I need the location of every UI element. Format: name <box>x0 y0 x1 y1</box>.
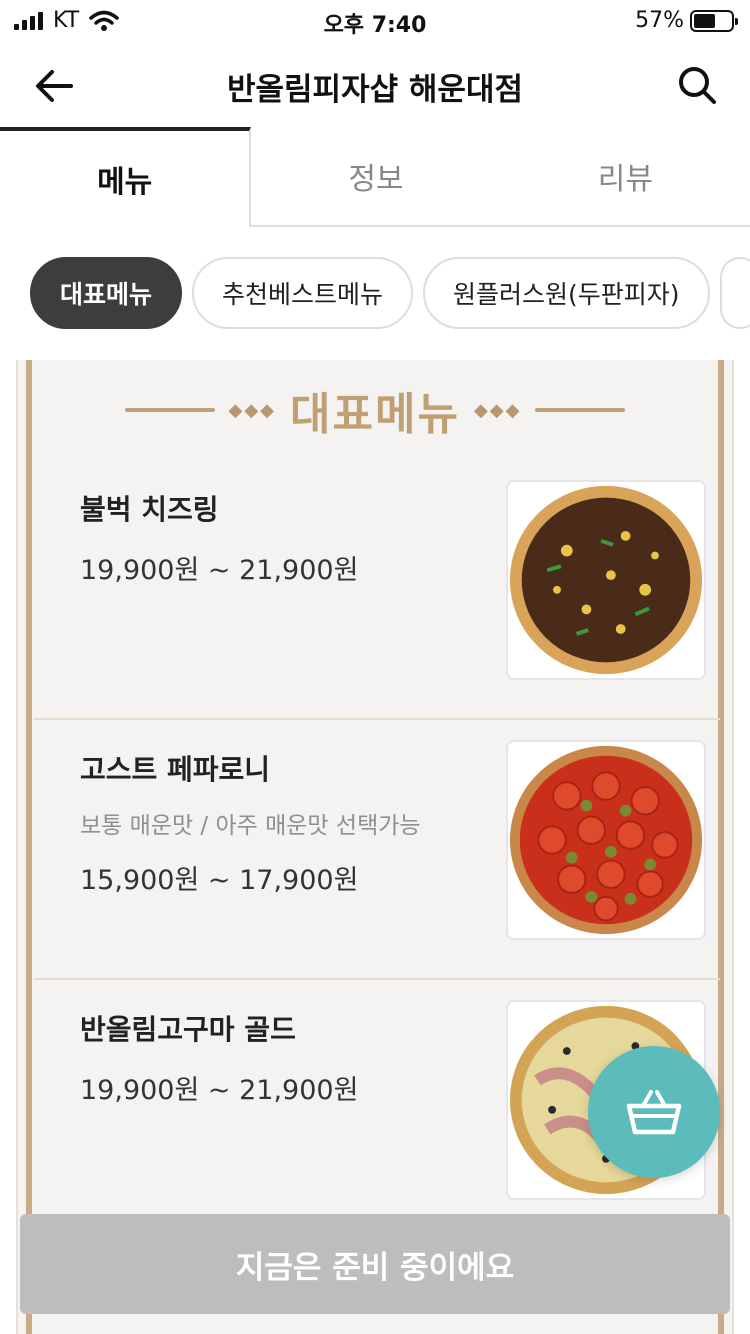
menu-item-price: 15,900원 ~ 17,900원 <box>80 865 359 896</box>
basket-icon <box>626 1090 682 1135</box>
menu-item-name: 고스트 페파로니 <box>80 753 271 786</box>
menu-item-price: 19,900원 ~ 21,900원 <box>80 555 359 586</box>
tab-bar: 메뉴 정보 리뷰 <box>0 127 750 227</box>
section-title: 대표메뉴 <box>290 389 460 440</box>
chip-best-menu[interactable]: 추천베스트메뉴 <box>192 257 414 329</box>
tab-info[interactable]: 정보 <box>251 127 501 227</box>
menu-item-price: 19,900원 ~ 21,900원 <box>80 1075 359 1106</box>
menu-item-description: 보통 매운맛 / 아주 매운맛 선택가능 <box>80 813 421 839</box>
menu-item-name: 불벅 치즈링 <box>80 493 219 526</box>
order-button[interactable]: 지금은 준비 중이에요 <box>20 1214 730 1314</box>
decorative-border <box>26 360 32 1334</box>
tab-menu[interactable]: 메뉴 <box>0 127 252 227</box>
menu-item-image <box>506 740 706 940</box>
category-chips: 대표메뉴 추천베스트메뉴 원플러스원(두판피자) <box>30 257 750 329</box>
battery-icon <box>690 9 738 32</box>
ornament-line <box>535 408 626 412</box>
search-button[interactable] <box>672 60 722 110</box>
menu-item[interactable]: 불벅 치즈링 19,900원 ~ 21,900원 <box>34 460 720 720</box>
chip-signature-menu[interactable]: 대표메뉴 <box>30 257 183 329</box>
ornament-diamonds: ◆◆◆ <box>473 399 522 421</box>
pizza-bulgogi-image <box>509 485 703 675</box>
menu-item-name: 반올림고구마 골드 <box>80 1013 296 1046</box>
status-bar: KT 오후 7:40 57% <box>0 0 750 40</box>
section-header: ◆◆◆ 대표메뉴 ◆◆◆ <box>18 370 732 450</box>
pizza-pepperoni-image <box>509 745 703 935</box>
menu-panel: ◆◆◆ 대표메뉴 ◆◆◆ 불벅 치즈링 19,900원 ~ 21,900원 고스… <box>16 360 734 1334</box>
search-icon <box>679 67 716 104</box>
page-title: 반올림피자샵 해운대점 <box>227 72 523 108</box>
menu-item-image <box>506 480 706 680</box>
tab-reviews[interactable]: 리뷰 <box>500 127 750 227</box>
chip-next[interactable] <box>719 257 750 329</box>
battery-percent: 57% <box>635 8 684 33</box>
ornament-diamonds: ◆◆◆ <box>228 399 277 421</box>
ornament-line <box>124 408 215 412</box>
battery-fill <box>694 13 715 28</box>
cart-button[interactable] <box>588 1046 720 1178</box>
chip-one-plus-one[interactable]: 원플러스원(두판피자) <box>423 257 710 329</box>
app-header: 반올림피자샵 해운대점 <box>0 40 750 130</box>
menu-item[interactable]: 고스트 페파로니 보통 매운맛 / 아주 매운맛 선택가능 15,900원 ~ … <box>34 720 720 980</box>
